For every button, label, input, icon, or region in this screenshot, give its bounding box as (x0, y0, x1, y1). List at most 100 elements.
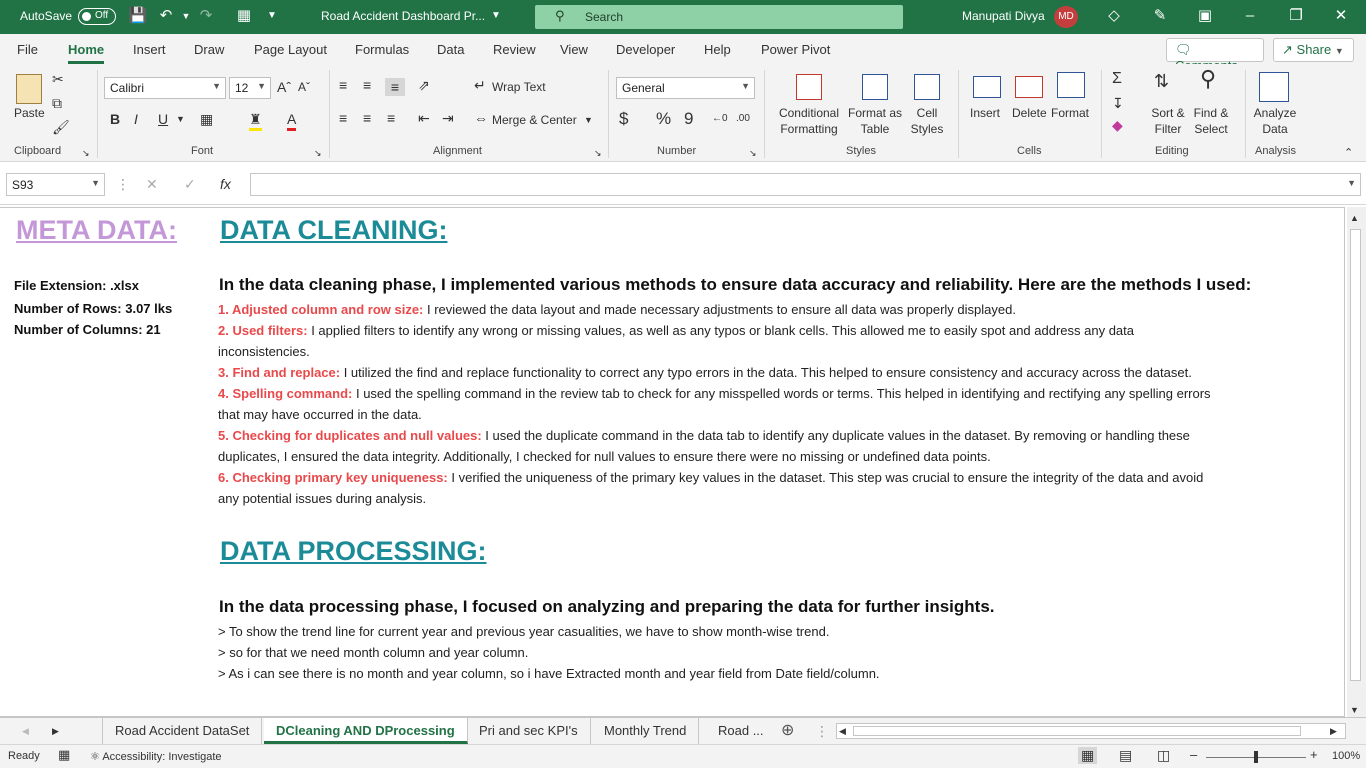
copy-icon[interactable]: ⧉ (52, 94, 62, 112)
cut-icon[interactable]: ✂ (52, 70, 64, 88)
align-center-icon[interactable]: ≡ (363, 109, 371, 127)
font-size-select[interactable]: 12 ▼ (229, 77, 271, 99)
bold-button[interactable]: B (110, 110, 120, 128)
add-sheet-icon[interactable]: ⊕ (781, 722, 794, 740)
search-box[interactable]: ⚲ Search (535, 5, 903, 29)
more-options-icon[interactable]: ⋮ (116, 175, 130, 193)
orientation-icon[interactable]: ⇗ (418, 76, 430, 94)
autosave-toggle[interactable]: Off (78, 8, 116, 25)
number-launcher-icon[interactable]: ↘ (749, 144, 757, 162)
zoom-out-icon[interactable]: – (1190, 747, 1197, 762)
format-cells-button[interactable]: Format (1051, 105, 1089, 121)
tab-scroll-left-icon[interactable]: ◀ (22, 722, 29, 740)
font-name-select[interactable]: Calibri ▼ (104, 77, 226, 99)
cell-styles-button[interactable]: Cell Styles (904, 105, 950, 137)
fill-icon[interactable]: ↧ (1112, 94, 1124, 112)
cancel-icon[interactable]: ✕ (146, 175, 158, 193)
borders-icon[interactable]: ▦ (200, 110, 213, 128)
comments-button[interactable]: 🗨 Comments (1166, 38, 1264, 73)
avatar[interactable]: MD (1054, 6, 1078, 28)
sheet-tab-monthly-trend[interactable]: Monthly Trend (592, 718, 700, 744)
font-color-icon[interactable]: A (287, 110, 297, 131)
sort-filter-button[interactable]: Sort & Filter (1148, 105, 1188, 137)
analyze-data-button[interactable]: Analyze Data (1252, 105, 1298, 137)
page-layout-view-icon[interactable]: ▤ (1119, 747, 1132, 764)
tab-scroll-right-icon[interactable]: ▶ (52, 722, 59, 740)
more-options-icon[interactable]: ⋮ (815, 722, 829, 740)
menu-formulas[interactable]: Formulas (355, 42, 409, 57)
sheet-tab-dcleaning[interactable]: DCleaning AND DProcessing (264, 718, 468, 744)
format-as-table-button[interactable]: Format as Table (846, 105, 904, 137)
autosum-icon[interactable]: Σ (1112, 70, 1122, 88)
insert-function-button[interactable]: fx (220, 175, 231, 193)
menu-power-pivot[interactable]: Power Pivot (761, 42, 830, 57)
percent-button[interactable]: % (656, 110, 671, 128)
normal-view-icon[interactable]: ▦ (1078, 747, 1098, 764)
sheet-tab-road-accident-dataset[interactable]: Road Accident DataSet (102, 718, 263, 744)
scroll-right-icon[interactable]: ▶ (1330, 722, 1337, 740)
customize-qat-icon[interactable]: ▼ (262, 6, 282, 26)
worksheet[interactable]: META DATA: DATA CLEANING: File Extension… (0, 207, 1345, 717)
align-left-icon[interactable]: ≡ (339, 109, 347, 127)
comma-button[interactable]: 9 (684, 110, 693, 128)
scroll-up-icon[interactable]: ▲ (1350, 209, 1359, 227)
sheet-tab-kpis[interactable]: Pri and sec KPI's (467, 718, 591, 744)
zoom-slider-thumb[interactable] (1254, 751, 1258, 763)
fill-color-icon[interactable]: ♜ (249, 110, 262, 131)
align-middle-icon[interactable]: ≡ (363, 76, 371, 94)
pen-icon[interactable]: ✎ (1150, 6, 1170, 26)
menu-file[interactable]: File (17, 42, 38, 57)
form-icon[interactable]: ▦ (234, 6, 254, 26)
clipboard-launcher-icon[interactable]: ↘ (82, 144, 90, 162)
minimize-icon[interactable]: – (1240, 6, 1260, 26)
menu-page-layout[interactable]: Page Layout (254, 42, 327, 57)
conditional-formatting-button[interactable]: Conditional Formatting (776, 105, 842, 137)
currency-button[interactable]: $ (619, 110, 628, 128)
scroll-thumb[interactable] (1350, 229, 1361, 681)
share-button[interactable]: ↗ Share ▼ (1273, 38, 1354, 62)
align-top-icon[interactable]: ≡ (339, 76, 347, 94)
increase-font-icon[interactable]: Aˆ (277, 78, 291, 96)
menu-draw[interactable]: Draw (194, 42, 224, 57)
close-icon[interactable]: ✕ (1331, 6, 1351, 26)
hscroll-thumb[interactable] (853, 726, 1301, 736)
clear-icon[interactable]: ◆ (1112, 116, 1123, 134)
formula-input[interactable]: ▼ (250, 173, 1361, 196)
increase-decimal-icon[interactable]: ←0 (712, 110, 728, 128)
diamond-icon[interactable]: ◇ (1104, 6, 1124, 26)
merge-dropdown-icon[interactable]: ▼ (584, 111, 593, 129)
underline-button[interactable]: U (158, 110, 168, 128)
increase-indent-icon[interactable]: ⇥ (442, 109, 454, 127)
save-icon[interactable]: 💾 (128, 6, 148, 26)
delete-cells-button[interactable]: Delete (1012, 105, 1047, 121)
accessibility-status[interactable]: ⚛ Accessibility: Investigate (90, 750, 222, 763)
menu-help[interactable]: Help (704, 42, 731, 57)
redo-icon[interactable]: ↷ (196, 6, 216, 26)
merge-center-icon[interactable]: ⇔ (474, 109, 488, 127)
paste-button[interactable]: Paste (14, 105, 45, 121)
menu-review[interactable]: Review (493, 42, 536, 57)
underline-dropdown-icon[interactable]: ▼ (176, 110, 185, 128)
title-dropdown-icon[interactable]: ▼ (486, 6, 506, 26)
font-launcher-icon[interactable]: ↘ (314, 144, 322, 162)
decrease-decimal-icon[interactable]: .00 (736, 110, 750, 128)
align-bottom-icon[interactable]: ≡ (385, 78, 405, 96)
menu-data[interactable]: Data (437, 42, 464, 57)
name-box[interactable]: S93 ▼ (6, 173, 105, 196)
decrease-font-icon[interactable]: Aˇ (298, 78, 310, 96)
zoom-level[interactable]: 100% (1332, 750, 1360, 762)
sheet-tab-road[interactable]: Road ... (706, 718, 776, 744)
page-break-view-icon[interactable]: ◫ (1157, 747, 1170, 764)
collapse-ribbon-icon[interactable]: ⌃ (1344, 144, 1353, 162)
wrap-text-icon[interactable]: ↵ (474, 76, 486, 94)
macro-record-icon[interactable]: ▦ (58, 747, 70, 763)
decrease-indent-icon[interactable]: ⇤ (418, 109, 430, 127)
merge-center-button[interactable]: Merge & Center (492, 112, 577, 128)
number-format-select[interactable]: General ▼ (616, 77, 755, 99)
vertical-scrollbar[interactable]: ▲ ▼ (1347, 207, 1366, 718)
undo-icon[interactable]: ↶ (156, 6, 176, 26)
restore-icon[interactable]: ❐ (1286, 6, 1306, 26)
align-right-icon[interactable]: ≡ (387, 109, 395, 127)
menu-view[interactable]: View (560, 42, 588, 57)
menu-developer[interactable]: Developer (616, 42, 675, 57)
